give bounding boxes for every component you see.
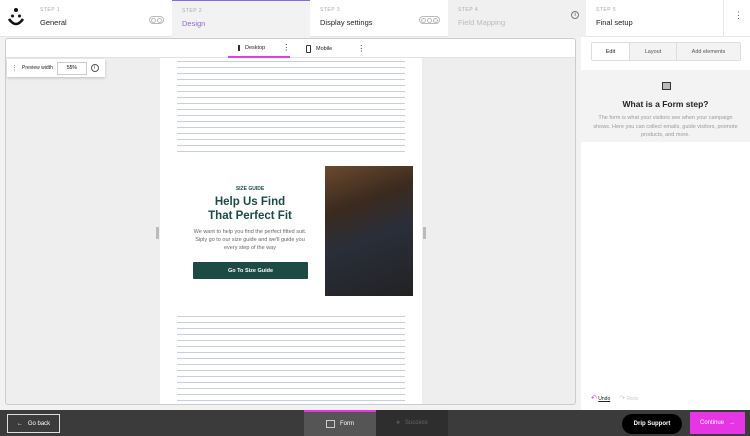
- tab-layout[interactable]: Layout: [630, 43, 677, 60]
- undo-button[interactable]: ↶ Undo: [591, 394, 610, 402]
- redo-label: Redo: [626, 396, 639, 402]
- panel-tabs: Edit Layout Add elements: [591, 42, 741, 61]
- preview-canvas: Desktop ⋮ Mobile ⋮ SIZE GUIDE Help Us Fi…: [5, 38, 576, 405]
- suit-photo: [325, 166, 413, 296]
- continue-button[interactable]: Continue →: [690, 412, 745, 434]
- step-design[interactable]: STEP 2 Design: [172, 0, 310, 37]
- step-number: STEP 4: [458, 7, 479, 13]
- toggle-icon: [149, 16, 164, 24]
- device-toolbar: Desktop ⋮ Mobile ⋮: [6, 39, 575, 58]
- step-general[interactable]: STEP 1 General: [30, 0, 172, 37]
- form-title: Help Us Find That Perfect Fit: [160, 195, 340, 223]
- step-number: STEP 2: [182, 8, 203, 14]
- info-description: The form is what your visitors see when …: [593, 115, 738, 138]
- tab-success[interactable]: ⨳ Success: [376, 410, 448, 436]
- tab-edit[interactable]: Edit: [592, 43, 630, 60]
- step-field-mapping[interactable]: STEP 4 Field Mapping i: [448, 0, 586, 37]
- toggle-icon: [419, 16, 440, 24]
- history-controls: ↶ Undo ↷ Redo: [591, 394, 638, 402]
- form-tag: SIZE GUIDE: [235, 186, 265, 192]
- success-icon: ⨳: [396, 419, 401, 426]
- info-icon[interactable]: i: [90, 64, 99, 72]
- resize-handle-right[interactable]: [423, 227, 426, 239]
- size-guide-button[interactable]: Go To Size Guide: [193, 262, 308, 279]
- form-preview: SIZE GUIDE Help Us Find That Perfect Fit …: [160, 58, 422, 404]
- step-number: STEP 3: [320, 7, 341, 13]
- continue-label: Continue: [699, 420, 725, 426]
- redo-icon: ↷: [619, 395, 626, 402]
- title-line: Help Us Find: [214, 196, 286, 208]
- tab-label: Mobile: [316, 45, 333, 52]
- step-label: Final setup: [596, 18, 633, 27]
- form-body: We want to help you find the perfect fit…: [193, 229, 307, 251]
- redo-button[interactable]: ↷ Redo: [619, 394, 638, 402]
- step-display-settings[interactable]: STEP 3 Display settings: [310, 0, 448, 37]
- tab-add-elements[interactable]: Add elements: [677, 43, 740, 60]
- tab-desktop[interactable]: Desktop ⋮: [228, 39, 290, 58]
- undo-icon: ↶: [591, 395, 597, 402]
- bottom-bar: ← Go back Form ⨳ Success Drip Support Cont…: [0, 410, 750, 436]
- step-number: STEP 5: [596, 7, 617, 13]
- placeholder-lines: [177, 316, 405, 404]
- logo-icon: [7, 8, 25, 26]
- arrow-right-icon: →: [729, 420, 736, 426]
- step-number: STEP 1: [40, 7, 61, 13]
- form-hero: SIZE GUIDE Help Us Find That Perfect Fit …: [160, 166, 422, 300]
- tab-mobile[interactable]: Mobile ⋮: [296, 39, 375, 58]
- title-line: That Perfect Fit: [208, 210, 292, 222]
- resize-handle-left[interactable]: [156, 227, 159, 239]
- step-label: Field Mapping: [458, 18, 506, 27]
- tab-form[interactable]: Form: [304, 410, 376, 436]
- placeholder-lines: [177, 61, 405, 157]
- arrow-left-icon: ←: [16, 420, 23, 427]
- form-icon: [326, 420, 335, 428]
- info-icon[interactable]: i: [571, 11, 579, 19]
- tab-label: Desktop: [245, 44, 266, 51]
- preview-width-label: Preview width: [22, 65, 53, 71]
- drip-support-button[interactable]: Drip Support: [622, 414, 682, 434]
- preview-width-input[interactable]: [56, 61, 87, 75]
- form-label: Form: [340, 421, 354, 427]
- step-final-setup[interactable]: STEP 5 Final setup: [586, 0, 724, 37]
- steps-header: STEP 1 General STEP 2 Design STEP 3 Disp…: [0, 0, 750, 37]
- undo-label: Undo: [598, 396, 611, 402]
- form-icon: [662, 82, 671, 90]
- drag-handle-icon[interactable]: ⋮: [11, 64, 18, 72]
- more-menu-icon[interactable]: ⋮: [734, 10, 743, 21]
- phone-icon: [306, 44, 311, 53]
- properties-panel: Edit Layout Add elements What is a Form …: [581, 37, 750, 410]
- success-label: Success: [405, 420, 428, 426]
- kebab-icon[interactable]: ⋮: [357, 44, 365, 53]
- preview-width-control: ⋮ Preview width i: [7, 59, 105, 77]
- form-step-info: What is a Form step? The form is what yo…: [581, 70, 750, 142]
- kebab-icon[interactable]: ⋮: [282, 43, 290, 52]
- go-back-label: Go back: [27, 420, 51, 427]
- info-title: What is a Form step?: [622, 99, 709, 109]
- monitor-icon: [238, 44, 240, 51]
- step-label: Design: [182, 19, 206, 28]
- go-back-button[interactable]: ← Go back: [7, 414, 60, 433]
